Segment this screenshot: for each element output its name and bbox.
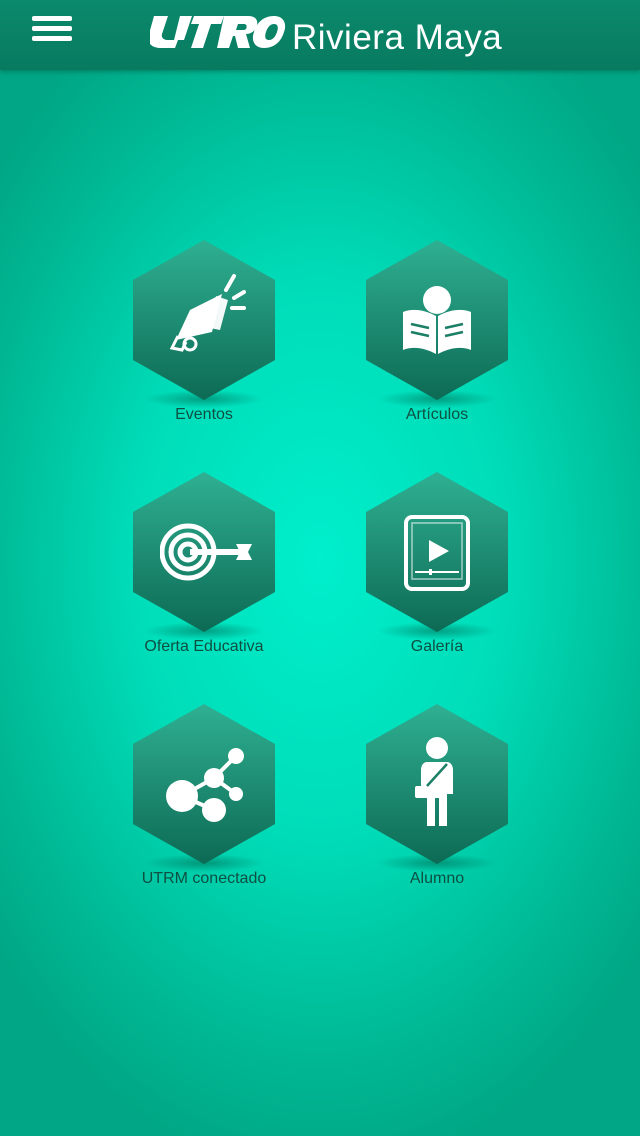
student-icon: [415, 737, 453, 826]
tile-label: Eventos: [175, 406, 233, 423]
reading-person-icon: [403, 286, 471, 354]
tile-label: Artículos: [405, 406, 469, 423]
menu-tile-galeria[interactable]: Galería: [337, 472, 537, 672]
network-nodes-icon: [166, 748, 244, 822]
menu-tile-eventos[interactable]: Eventos: [104, 240, 304, 440]
menu-line: [32, 36, 72, 41]
tile-label: Alumno: [409, 870, 465, 887]
megaphone-icon: [169, 274, 246, 352]
tile-label: Oferta Educativa: [144, 638, 264, 655]
menu-tile-alumno[interactable]: Alumno: [337, 704, 537, 904]
tile-label: Galería: [410, 638, 464, 655]
target-dart-icon: [160, 523, 252, 581]
brand-title: Riviera Maya: [292, 18, 503, 57]
tile-label: UTRM conectado: [141, 870, 267, 887]
app-logo: Riviera Maya: [150, 10, 510, 62]
hamburger-menu-button[interactable]: [26, 10, 78, 46]
utrm-logo-mark: [150, 16, 286, 48]
tablet-play-icon: [404, 515, 470, 591]
menu-line: [32, 16, 72, 21]
top-app-bar: Riviera Maya: [0, 0, 640, 70]
menu-tile-articulos[interactable]: Artículos: [337, 240, 537, 440]
menu-tile-utrm-conectado[interactable]: UTRM conectado: [104, 704, 304, 904]
menu-tile-oferta-educativa[interactable]: Oferta Educativa: [104, 472, 304, 672]
menu-line: [32, 26, 72, 31]
